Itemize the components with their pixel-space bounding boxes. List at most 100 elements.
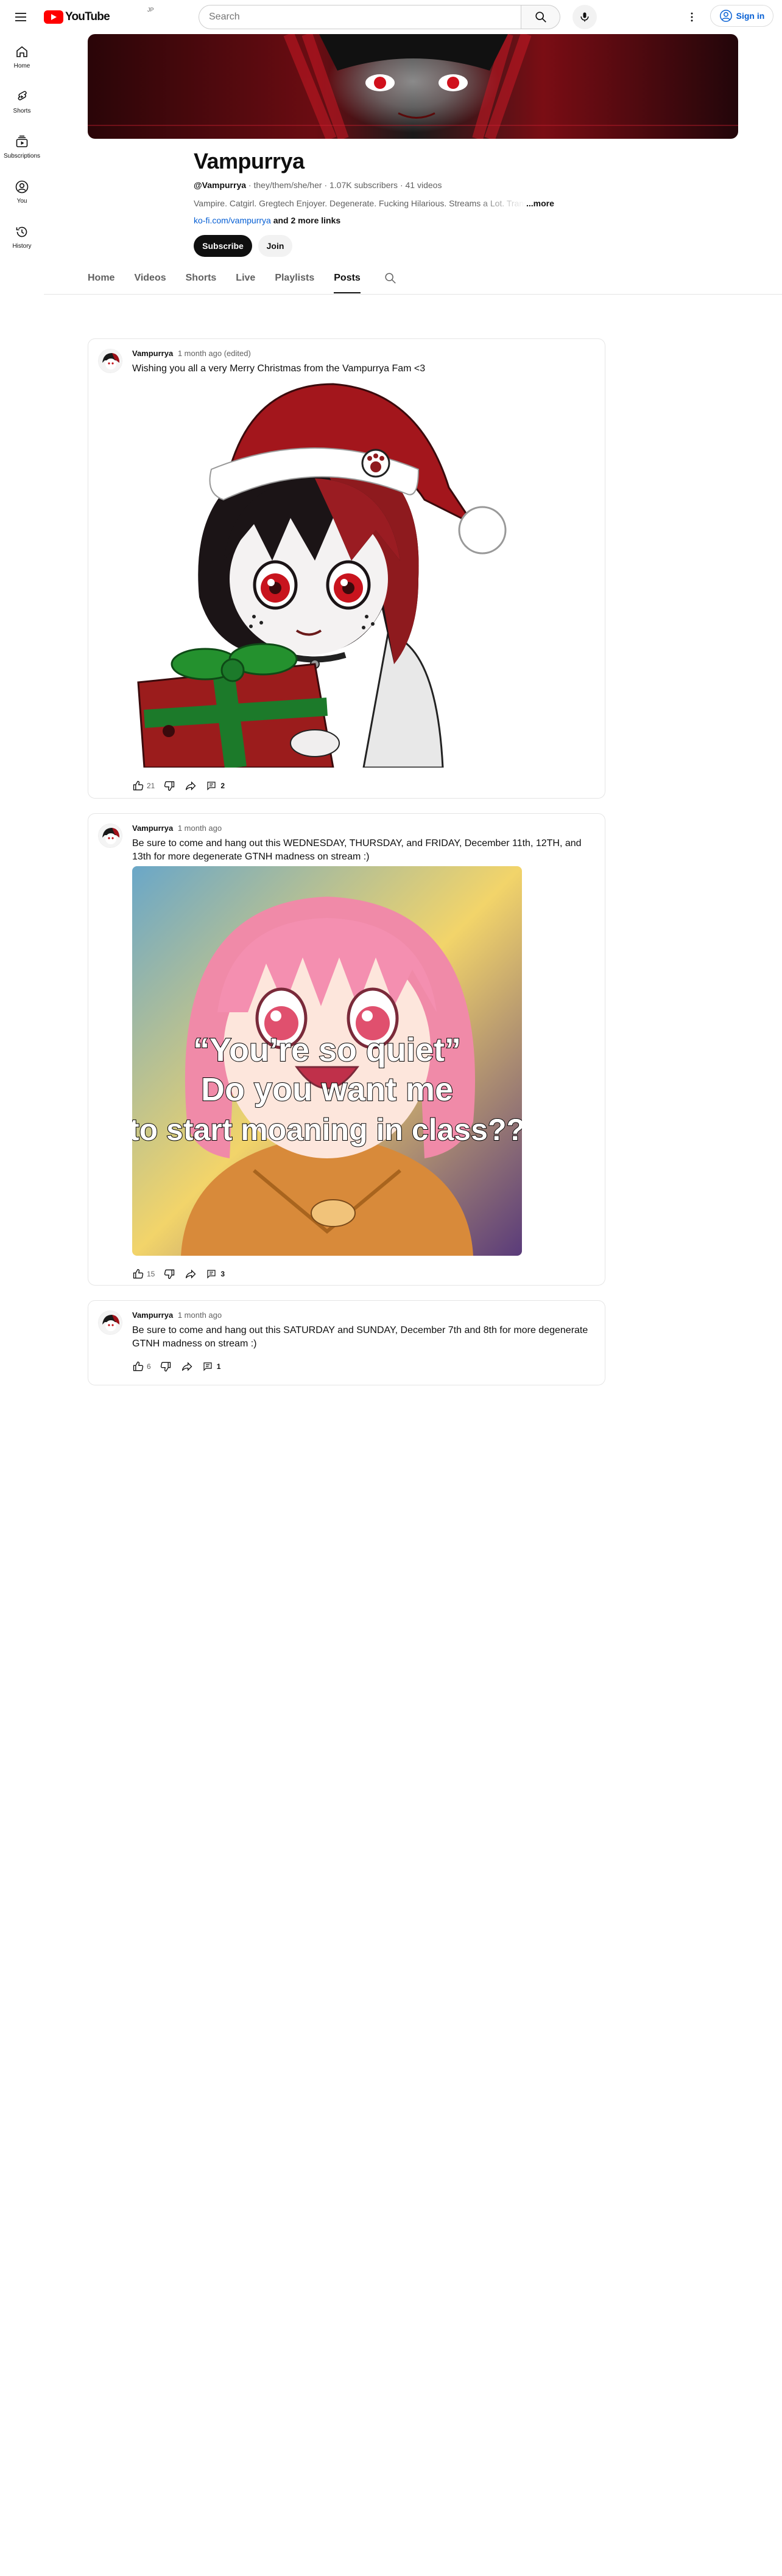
subscriber-count: 1.07K subscribers — [329, 180, 398, 190]
post-actions: 6 1 — [132, 1357, 229, 1376]
thumb-up-icon — [133, 1361, 144, 1371]
thumb-up-icon — [133, 1269, 144, 1279]
share-icon — [186, 781, 196, 791]
like-button[interactable]: 21 — [132, 780, 155, 792]
channel-tabs: Home Videos Shorts Live Playlists Posts — [88, 268, 397, 293]
more-links-button[interactable]: and 2 more links — [273, 215, 340, 225]
post-text: Wishing you all a very Merry Christmas f… — [132, 363, 426, 374]
thumb-down-icon — [160, 1362, 171, 1372]
channel-meta: @Vampurrya · they/them/she/her · 1.07K s… — [194, 180, 442, 190]
join-button[interactable]: Join — [258, 235, 292, 257]
sidebar-item-label: You — [16, 197, 27, 205]
dislike-button[interactable] — [163, 1268, 175, 1280]
share-button[interactable] — [180, 1360, 194, 1373]
comments-button[interactable]: 2 — [206, 780, 225, 791]
sidebar-item-you[interactable]: You — [0, 169, 44, 214]
sidebar-item-home[interactable]: Home — [0, 34, 44, 79]
post-actions: 21 2 — [132, 776, 233, 796]
post-timestamp[interactable]: 1 month ago — [178, 824, 222, 833]
post-header: Vampurrya 1 month ago — [132, 824, 222, 833]
post-author-name[interactable]: Vampurrya — [132, 349, 173, 358]
menu-icon[interactable] — [13, 10, 28, 24]
meme-caption-line: “You’re so quiet” — [193, 1032, 461, 1068]
search-button[interactable] — [521, 5, 560, 29]
post-actions: 15 3 — [132, 1264, 233, 1284]
sidebar-item-subscriptions[interactable]: Subscriptions — [0, 124, 44, 169]
sidebar-item-label: Shorts — [13, 107, 31, 114]
mini-guide: Home Shorts Subscriptions You History — [0, 34, 44, 259]
like-count: 21 — [147, 782, 155, 790]
share-button[interactable] — [184, 1268, 197, 1280]
you-icon — [15, 180, 29, 193]
like-count: 15 — [147, 1270, 155, 1278]
like-button[interactable]: 15 — [132, 1268, 155, 1280]
home-icon — [16, 46, 27, 57]
post-author-name[interactable]: Vampurrya — [132, 1311, 173, 1320]
comment-count: 2 — [220, 782, 225, 790]
masthead: YouTube JP Sign in — [0, 0, 782, 34]
tab-shorts[interactable]: Shorts — [186, 268, 217, 292]
tab-live[interactable]: Live — [236, 268, 255, 292]
like-count: 6 — [147, 1362, 151, 1371]
kofi-link[interactable]: ko-fi.com/vampurrya — [194, 215, 271, 225]
settings-more-button[interactable] — [683, 9, 700, 26]
meta-separator: · — [400, 180, 406, 190]
youtube-logo[interactable]: YouTube JP — [44, 7, 154, 24]
post-author-name[interactable]: Vampurrya — [132, 824, 173, 833]
comment-count: 1 — [216, 1362, 221, 1371]
share-button[interactable] — [184, 780, 197, 792]
logo-region: JP — [147, 7, 154, 13]
shorts-icon — [18, 91, 27, 100]
comment-icon — [203, 1362, 212, 1371]
sidebar-item-history[interactable]: History — [0, 214, 44, 259]
comments-button[interactable]: 3 — [206, 1269, 225, 1279]
channel-search-button[interactable] — [384, 268, 397, 288]
sign-in-button[interactable]: Sign in — [710, 5, 773, 27]
share-icon — [186, 1269, 196, 1279]
more-vert-icon — [691, 12, 693, 22]
meme-caption-line: Do you want me — [201, 1071, 453, 1108]
tab-posts[interactable]: Posts — [334, 268, 361, 293]
comment-icon — [207, 782, 216, 791]
voice-search-button[interactable] — [572, 5, 597, 29]
like-button[interactable]: 6 — [132, 1360, 151, 1373]
sign-in-label: Sign in — [736, 11, 765, 21]
post-image-christmas-catgirl[interactable] — [132, 378, 522, 768]
history-icon — [16, 226, 27, 237]
thumb-up-icon — [133, 780, 144, 791]
search-bar — [199, 5, 560, 29]
dislike-button[interactable] — [160, 1360, 172, 1373]
post-author-avatar[interactable] — [98, 1311, 122, 1335]
channel-name: Vampurrya — [194, 149, 305, 173]
post-card: Vampurrya 1 month ago Be sure to come an… — [88, 813, 605, 1286]
account-icon — [719, 10, 732, 22]
post-author-avatar[interactable] — [98, 349, 122, 373]
channel-handle: @Vampurrya — [194, 180, 247, 190]
sidebar-item-shorts[interactable]: Shorts — [0, 79, 44, 124]
search-input[interactable] — [199, 5, 521, 29]
channel-description[interactable]: Vampire. Catgirl. Gregtech Enjoyer. Dege… — [194, 198, 554, 208]
sidebar-item-label: History — [12, 242, 32, 250]
share-icon — [181, 1362, 192, 1371]
comment-count: 3 — [220, 1270, 225, 1278]
tab-home[interactable]: Home — [88, 268, 114, 292]
description-more-link[interactable]: ...more — [526, 198, 554, 208]
post-timestamp[interactable]: 1 month ago — [178, 1311, 222, 1320]
video-count: 41 videos — [405, 180, 442, 190]
subscribe-button[interactable]: Subscribe — [194, 235, 252, 257]
post-card: Vampurrya 1 month ago (edited) Wishing y… — [88, 338, 605, 799]
comment-icon — [207, 1270, 216, 1279]
meta-separator: · — [324, 180, 329, 190]
channel-links: ko-fi.com/vampurrya and 2 more links — [194, 215, 340, 225]
dislike-button[interactable] — [163, 780, 175, 792]
logo-text: YouTube — [65, 10, 110, 23]
post-timestamp[interactable]: 1 month ago (edited) — [178, 349, 251, 358]
tab-videos[interactable]: Videos — [134, 268, 166, 292]
post-author-avatar[interactable] — [98, 824, 122, 848]
post-image-pink-hair-meme[interactable]: “You’re so quiet” Do you want me to star… — [132, 866, 522, 1256]
comments-button[interactable]: 1 — [202, 1361, 221, 1372]
search-icon — [385, 273, 396, 284]
post-text: Be sure to come and hang out this SATURD… — [132, 1325, 588, 1349]
tab-playlists[interactable]: Playlists — [275, 268, 314, 292]
post-header: Vampurrya 1 month ago — [132, 1311, 222, 1320]
